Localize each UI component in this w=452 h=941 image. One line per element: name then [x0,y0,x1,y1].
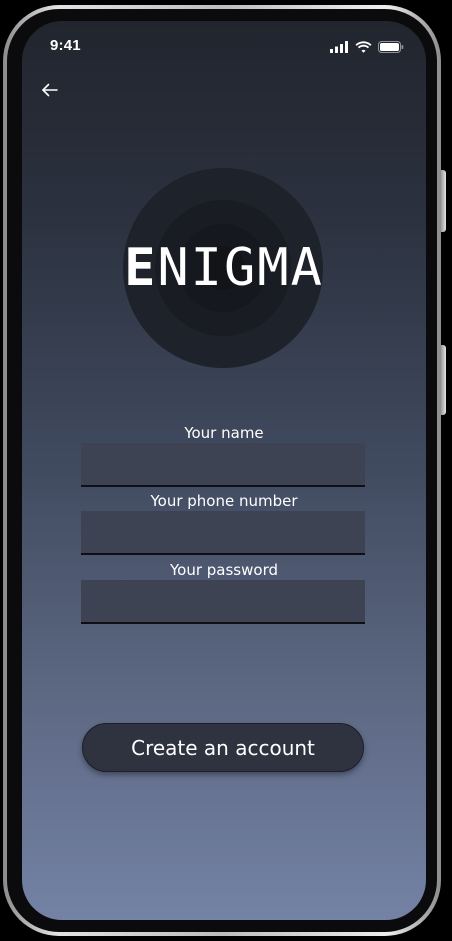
phone-field[interactable] [81,511,365,555]
logo-rest: NIGMA [157,238,324,298]
status-time: 9:41 [50,37,81,54]
password-field[interactable] [81,580,365,624]
wifi-icon [355,38,372,57]
back-button[interactable] [36,77,64,105]
arrow-left-icon [41,82,59,101]
phone-label: Your phone number [150,492,298,510]
name-label: Your name [184,424,264,442]
password-label: Your password [169,561,278,579]
create-account-button[interactable]: Create an account [82,723,364,772]
status-icons [330,40,404,54]
power-button [441,170,446,232]
cellular-signal-icon [330,38,349,57]
battery-icon [378,38,404,57]
logo-first-letter: E [124,238,158,298]
app-logo: ENIGMA [22,242,426,294]
name-field[interactable] [81,443,365,487]
volume-button [441,345,446,415]
screen: 9:41 ENIGMA Your name Your phone number … [22,21,426,920]
